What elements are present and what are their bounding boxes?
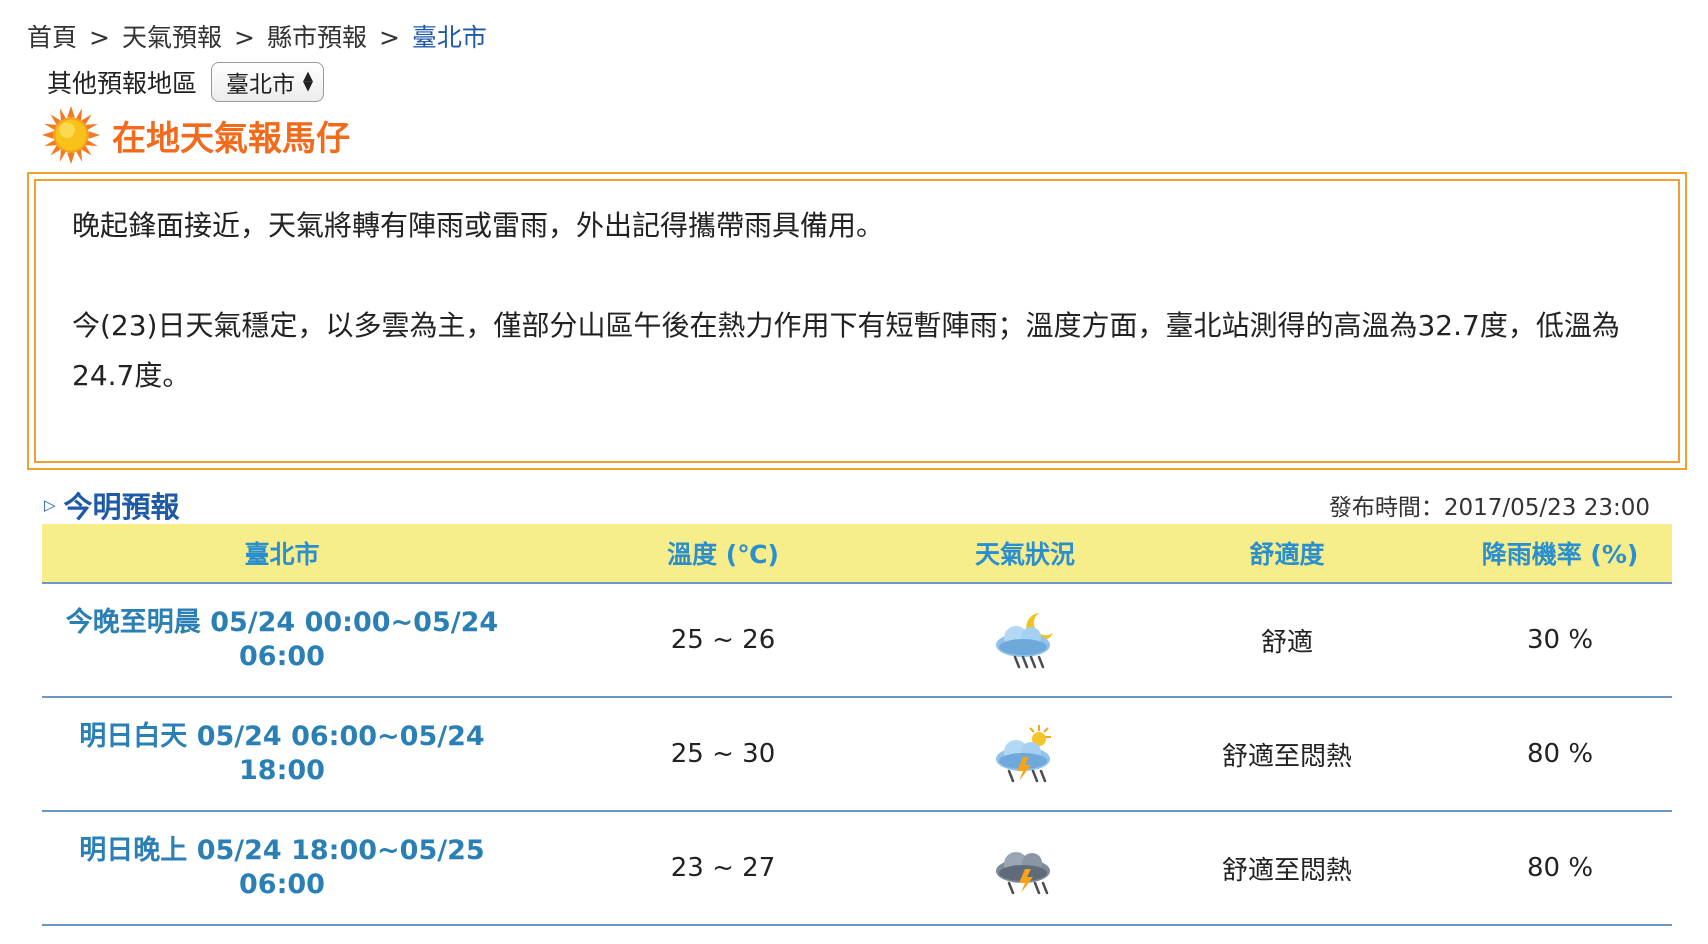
temperature-cell: 25 ~ 30 [522,697,924,812]
period-line: 明日白天 05/24 06:00~05/24 [79,721,485,752]
period-line: 18:00 [239,755,325,786]
table-header-row: 臺北市 溫度 (℃) 天氣狀況 舒適度 降雨機率 (%) [42,524,1672,584]
header-weather: 天氣狀況 [924,524,1126,584]
rain-chance-cell: 80 % [1448,697,1672,812]
thunderstorm-icon [996,852,1050,895]
rain-chance-cell: 30 % [1448,583,1672,698]
header-temperature: 溫度 (℃) [522,524,924,584]
header-comfort: 舒適度 [1126,524,1448,584]
period-line: 明日晚上 05/24 18:00~05/25 [79,835,485,866]
rain-chance-cell: 80 % [1448,811,1672,926]
header-rain-chance: 降雨機率 (%) [1448,524,1672,584]
temperature-cell: 25 ~ 26 [522,583,924,698]
region-select[interactable]: 臺北市 ▲ ▼ [211,62,325,102]
breadcrumb-county-forecast[interactable]: 縣市預報 [267,23,367,52]
weather-cell [924,583,1126,698]
comfort-cell: 舒適 [1126,583,1448,698]
breadcrumb-weather-forecast[interactable]: 天氣預報 [122,23,222,52]
forecast-table: 臺北市 溫度 (℃) 天氣狀況 舒適度 降雨機率 (%) 今晚至明晨 05/24… [42,524,1672,926]
table-row: 明日晚上 05/24 18:00~05/25 06:00 23 ~ 27 舒適至… [42,811,1672,926]
page-title: 在地天氣報馬仔 [112,118,350,159]
forecast-section-title: 今明預報 [63,490,180,524]
updown-arrows-icon: ▲ ▼ [303,69,314,94]
period-line: 06:00 [239,869,325,900]
region-select-value: 臺北市 [226,72,296,98]
cloudy-night-rain-icon [996,613,1053,669]
breadcrumb-separator: > [378,23,400,52]
publish-time: 發布時間：2017/05/23 23:00 [1328,495,1650,521]
region-selector-label: 其他預報地區 [47,69,198,98]
comfort-cell: 舒適至悶熱 [1126,811,1448,926]
period-line: 今晚至明晨 05/24 00:00~05/24 [65,607,499,638]
table-row: 明日白天 05/24 06:00~05/24 18:00 25 ~ 30 舒適至… [42,697,1672,812]
period-cell: 今晚至明晨 05/24 00:00~05/24 06:00 [42,583,522,698]
temperature-cell: 23 ~ 27 [522,811,924,926]
header-city: 臺北市 [42,524,522,584]
sunny-thunderstorm-icon [996,725,1051,783]
region-selector-row: 其他預報地區 臺北市 ▲ ▼ [47,62,325,102]
page: 首頁 > 天氣預報 > 縣市預報 > 臺北市 其他預報地區 臺北市 ▲ ▼ 在地… [0,0,1708,944]
weather-cell [924,811,1126,926]
breadcrumb-separator: > [233,23,255,52]
forecast-section-header: ▷ 今明預報 [44,484,180,526]
table-row: 今晚至明晨 05/24 00:00~05/24 06:00 25 ~ 26 舒適… [42,583,1672,698]
summary-paragraph-2: 今(23)日天氣穩定，以多雲為主，僅部分山區午後在熱力作用下有短暫陣雨；溫度方面… [72,309,1620,392]
summary-paragraph-1: 晚起鋒面接近，天氣將轉有陣雨或雷雨，外出記得攜帶雨具備用。 [72,209,885,242]
title-row: 在地天氣報馬仔 [40,104,350,166]
period-cell: 明日晚上 05/24 18:00~05/25 06:00 [42,811,522,926]
summary-box: 晚起鋒面接近，天氣將轉有陣雨或雷雨，外出記得攜帶雨具備用。 今(23)日天氣穩定… [27,172,1687,470]
breadcrumb-separator: > [89,23,110,52]
sun-icon [41,105,101,165]
breadcrumb: 首頁 > 天氣預報 > 縣市預報 > 臺北市 [27,18,487,54]
weather-cell [924,697,1126,812]
summary-inner-border: 晚起鋒面接近，天氣將轉有陣雨或雷雨，外出記得攜帶雨具備用。 今(23)日天氣穩定… [34,179,1680,463]
breadcrumb-current[interactable]: 臺北市 [412,23,487,52]
period-line: 06:00 [239,641,325,672]
comfort-cell: 舒適至悶熱 [1126,697,1448,812]
breadcrumb-home[interactable]: 首頁 [27,23,77,52]
period-cell: 明日白天 05/24 06:00~05/24 18:00 [42,697,522,812]
triangle-right-icon: ▷ [44,496,56,514]
